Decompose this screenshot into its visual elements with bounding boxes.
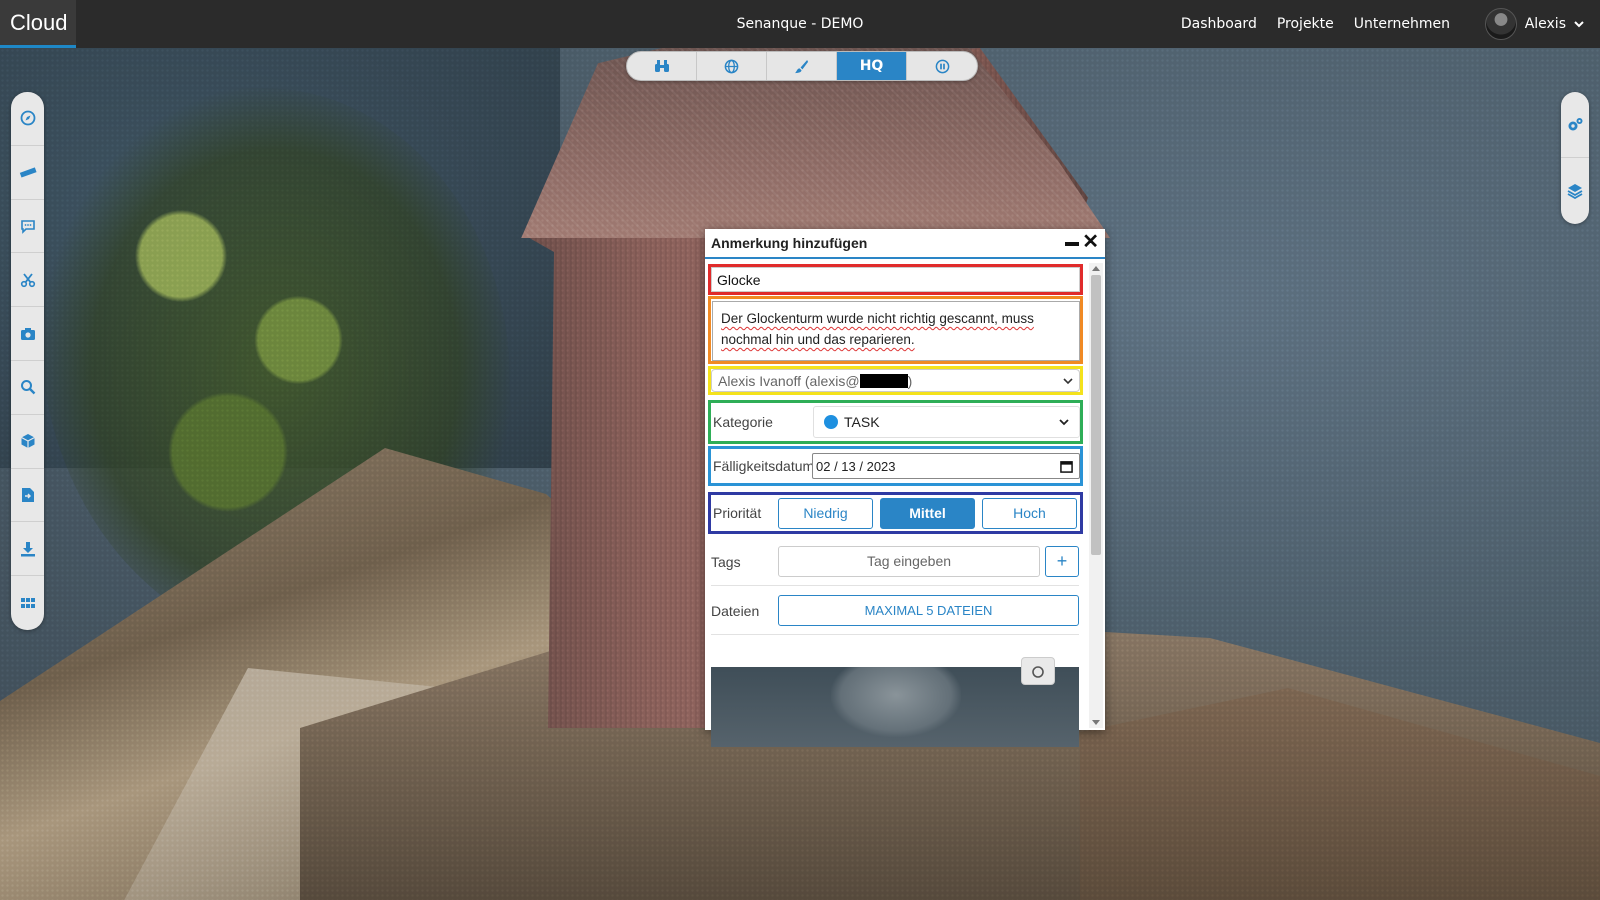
object-tool-button[interactable]	[11, 415, 44, 469]
divider	[711, 634, 1079, 635]
priority-low-button[interactable]: Niedrig	[778, 497, 873, 529]
priority-high-button[interactable]: Hoch	[982, 497, 1077, 529]
settings-icon	[1568, 117, 1583, 130]
dialog-header[interactable]: Anmerkung hinzufügen ✕	[705, 229, 1105, 259]
nav-projekte[interactable]: Projekte	[1277, 16, 1334, 32]
dialog-scrollbar[interactable]	[1089, 263, 1103, 728]
files-row: Dateien MAXIMAL 5 DATEIEN	[711, 595, 1079, 626]
export-tool-button[interactable]	[11, 469, 44, 523]
hq-toggle[interactable]: HQ	[837, 52, 907, 80]
globe-icon	[724, 59, 739, 73]
main-nav: Dashboard Projekte Unternehmen	[1181, 0, 1450, 48]
tags-label: Tags	[711, 553, 741, 570]
clip-tool-button[interactable]	[11, 253, 44, 308]
category-select[interactable]: TASK	[813, 406, 1080, 438]
due-date-label: Fälligkeitsdatum	[713, 458, 812, 474]
category-label: Kategorie	[713, 414, 773, 430]
title-frame	[708, 264, 1083, 295]
camera-icon	[1032, 665, 1044, 678]
user-name: Alexis	[1524, 16, 1566, 32]
search-icon	[20, 380, 35, 395]
assignee-select[interactable]: Alexis Ivanoff (alexis@)	[711, 369, 1080, 392]
scissors-icon	[20, 273, 35, 287]
tag-input[interactable]: Tag eingeben	[778, 546, 1040, 577]
screenshot-tool-button[interactable]	[11, 307, 44, 361]
category-row: Kategorie TASK	[711, 403, 1080, 441]
annotation-title-input[interactable]	[711, 267, 1080, 292]
dialog-title: Anmerkung hinzufügen	[711, 235, 868, 251]
annotation-tool-button[interactable]	[11, 200, 44, 254]
pause-button[interactable]	[907, 52, 977, 80]
files-label: Dateien	[711, 602, 760, 619]
top-bar: Cloud Senanque - DEMO Dashboard Projekte…	[0, 0, 1600, 48]
brush-icon	[794, 59, 809, 73]
upload-files-button[interactable]: MAXIMAL 5 DATEIEN	[778, 595, 1079, 626]
right-sidebar	[1561, 92, 1589, 224]
due-date-frame: Fälligkeitsdatum 02 / 13 / 2023	[708, 446, 1083, 486]
binoculars-icon	[654, 60, 669, 72]
add-tag-button[interactable]: +	[1045, 546, 1079, 577]
divider	[711, 585, 1079, 586]
binoculars-button[interactable]	[627, 52, 697, 80]
compass-icon	[20, 110, 35, 126]
globe-button[interactable]	[697, 52, 767, 80]
scroll-thumb[interactable]	[1091, 275, 1101, 555]
annotation-description-textarea[interactable]: Der Glockenturm wurde nicht richtig gesc…	[712, 301, 1080, 361]
due-date-input[interactable]: 02 / 13 / 2023	[812, 453, 1080, 479]
assignee-suffix: )	[907, 372, 913, 389]
download-tool-button[interactable]	[11, 522, 44, 577]
view-toolbar: HQ	[626, 51, 978, 81]
description-frame: Der Glockenturm wurde nicht richtig gesc…	[708, 296, 1083, 364]
more-tools-button[interactable]	[11, 576, 44, 630]
add-annotation-dialog: Anmerkung hinzufügen ✕ Der Glockenturm w…	[705, 229, 1105, 747]
priority-medium-button[interactable]: Mittel	[880, 497, 975, 529]
scroll-down-arrow[interactable]	[1092, 720, 1100, 725]
nav-dashboard[interactable]: Dashboard	[1181, 16, 1257, 32]
close-icon[interactable]: ✕	[1082, 232, 1099, 252]
navigation-tool-button[interactable]	[11, 92, 44, 146]
measure-tool-button[interactable]	[11, 146, 44, 200]
category-value: TASK	[844, 414, 880, 430]
pause-icon	[935, 59, 949, 73]
settings-button[interactable]	[1561, 92, 1589, 158]
avatar	[1484, 8, 1517, 40]
priority-frame: Priorität Niedrig Mittel Hoch	[708, 492, 1083, 534]
brand-logo[interactable]: Cloud	[0, 0, 76, 48]
download-icon	[20, 541, 35, 557]
chevron-down-icon	[1574, 21, 1584, 28]
calendar-icon[interactable]	[1060, 460, 1073, 473]
priority-label: Priorität	[713, 505, 762, 521]
nav-unternehmen[interactable]: Unternehmen	[1354, 16, 1450, 32]
category-frame: Kategorie TASK	[708, 400, 1083, 444]
layers-icon	[1567, 184, 1583, 199]
tags-row: Tags Tag eingeben +	[711, 546, 1079, 577]
chevron-down-icon	[1059, 419, 1069, 426]
preview-image	[831, 667, 961, 737]
scroll-up-arrow[interactable]	[1092, 266, 1100, 271]
brush-button[interactable]	[767, 52, 837, 80]
comment-icon	[20, 220, 35, 234]
camera-icon	[20, 327, 35, 340]
category-color-dot	[824, 415, 838, 429]
priority-buttons: Niedrig Mittel Hoch	[778, 497, 1077, 529]
cube-icon	[20, 434, 35, 449]
redacted-email	[859, 373, 908, 388]
assignee-frame: Alexis Ivanoff (alexis@)	[708, 366, 1083, 395]
due-date-row: Fälligkeitsdatum 02 / 13 / 2023	[711, 449, 1080, 483]
left-tool-sidebar	[11, 92, 44, 630]
take-screenshot-button[interactable]	[1021, 657, 1055, 685]
layers-button[interactable]	[1561, 158, 1589, 224]
minimize-icon[interactable]	[1065, 242, 1079, 246]
assignee-name: Alexis Ivanoff (alexis@	[718, 372, 860, 389]
grid-icon	[20, 598, 35, 609]
chevron-down-icon	[1063, 377, 1073, 384]
user-menu[interactable]: Alexis	[1484, 8, 1584, 40]
file-export-icon	[21, 487, 34, 502]
search-tool-button[interactable]	[11, 361, 44, 415]
ruler-icon	[19, 167, 37, 178]
priority-row: Priorität Niedrig Mittel Hoch	[711, 495, 1077, 531]
due-date-value: 02 / 13 / 2023	[816, 458, 896, 474]
